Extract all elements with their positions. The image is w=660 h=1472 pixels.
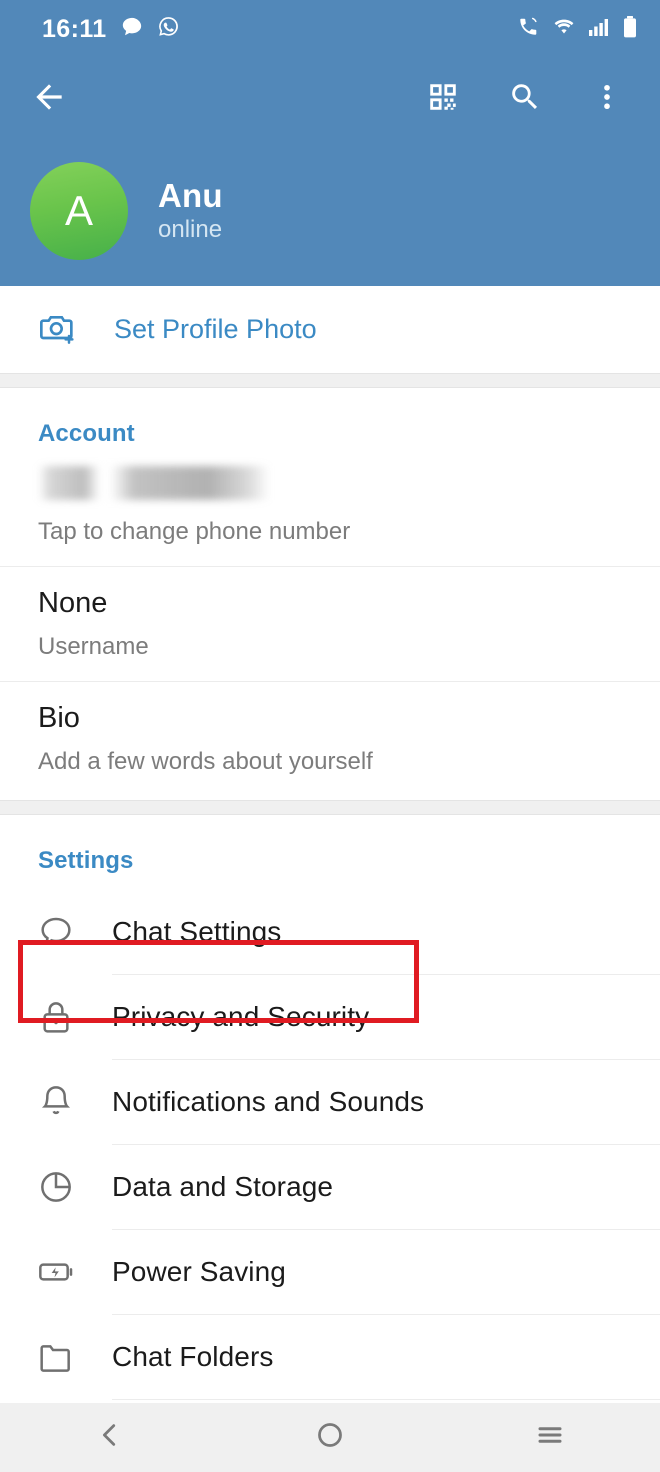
settings-item-label: Chat Settings <box>112 915 282 947</box>
call-signal-icon <box>517 15 541 44</box>
phone-number-redacted <box>38 466 270 500</box>
qr-code-icon[interactable] <box>420 74 466 120</box>
phone-number-hint: Tap to change phone number <box>38 518 351 545</box>
search-icon[interactable] <box>502 74 548 120</box>
phone-number-row[interactable]: Tap to change phone number <box>0 462 660 567</box>
settings-item-data-and-storage[interactable]: Data and Storage <box>0 1144 660 1229</box>
settings-item-chat-folders[interactable]: Chat Folders <box>0 1314 660 1399</box>
nav-home-button[interactable] <box>220 1403 440 1472</box>
set-profile-photo-label: Set Profile Photo <box>114 314 317 344</box>
battery-icon <box>622 15 638 44</box>
settings-item-label: Privacy and Security <box>112 1000 370 1032</box>
username-row[interactable]: None Username <box>0 567 660 682</box>
status-bar-clock: 16:11 <box>42 14 107 43</box>
bio-value: Bio <box>38 702 80 734</box>
settings-item-label: Notifications and Sounds <box>112 1085 425 1117</box>
message-bubble-icon <box>121 16 143 43</box>
account-section-title: Account <box>38 420 135 447</box>
overflow-menu-icon[interactable] <box>584 74 630 120</box>
settings-item-power-saving[interactable]: Power Saving <box>0 1229 660 1314</box>
status-bar-left: 16:11 <box>42 15 180 43</box>
bio-hint: Add a few words about yourself <box>38 748 373 775</box>
set-profile-photo-row[interactable]: Set Profile Photo <box>0 286 660 373</box>
settings-item-notifications-and-sounds[interactable]: Notifications and Sounds <box>0 1059 660 1144</box>
profile-name: Anu <box>158 177 223 215</box>
lock-icon <box>0 997 112 1037</box>
pie-chart-icon <box>0 1167 112 1207</box>
settings-item-label: Data and Storage <box>112 1170 334 1202</box>
settings-scroll-area[interactable]: Set Profile Photo Account Tap to change … <box>0 286 660 1403</box>
chat-bubble-icon <box>0 912 112 952</box>
avatar[interactable]: A <box>30 162 128 260</box>
settings-item-privacy-and-security[interactable]: Privacy and Security <box>0 974 660 1059</box>
cellular-signal-icon <box>587 16 611 43</box>
settings-item-label: Chat Folders <box>112 1340 274 1372</box>
folder-icon <box>0 1337 112 1377</box>
status-bar-right <box>517 15 638 44</box>
battery-bolt-icon <box>0 1252 112 1292</box>
settings-section-title: Settings <box>38 847 134 874</box>
section-divider-2 <box>0 800 660 815</box>
profile-header: A Anu online <box>0 136 660 286</box>
profile-status: online <box>158 216 223 244</box>
circle-icon <box>315 1420 345 1455</box>
settings-item-label: Power Saving <box>112 1255 286 1287</box>
profile-text: Anu online <box>158 177 223 244</box>
nav-recents-button[interactable] <box>440 1403 660 1472</box>
android-navigation-bar <box>0 1403 660 1472</box>
avatar-initial: A <box>64 187 93 234</box>
username-label: Username <box>38 633 149 660</box>
whatsapp-icon <box>157 15 180 43</box>
hamburger-icon <box>535 1420 565 1455</box>
wifi-icon <box>552 15 576 44</box>
app-toolbar <box>0 58 660 136</box>
chevron-left-icon <box>95 1420 125 1455</box>
camera-add-icon <box>38 307 78 352</box>
settings-item-chat-settings[interactable]: Chat Settings <box>0 889 660 974</box>
bell-icon <box>0 1082 112 1122</box>
back-arrow-icon[interactable] <box>26 74 72 120</box>
bio-row[interactable]: Bio Add a few words about yourself <box>0 682 660 800</box>
section-divider-1 <box>0 373 660 388</box>
username-value: None <box>38 587 108 619</box>
status-bar: 16:11 <box>0 0 660 58</box>
nav-back-button[interactable] <box>0 1403 220 1472</box>
toolbar-actions <box>420 74 630 120</box>
